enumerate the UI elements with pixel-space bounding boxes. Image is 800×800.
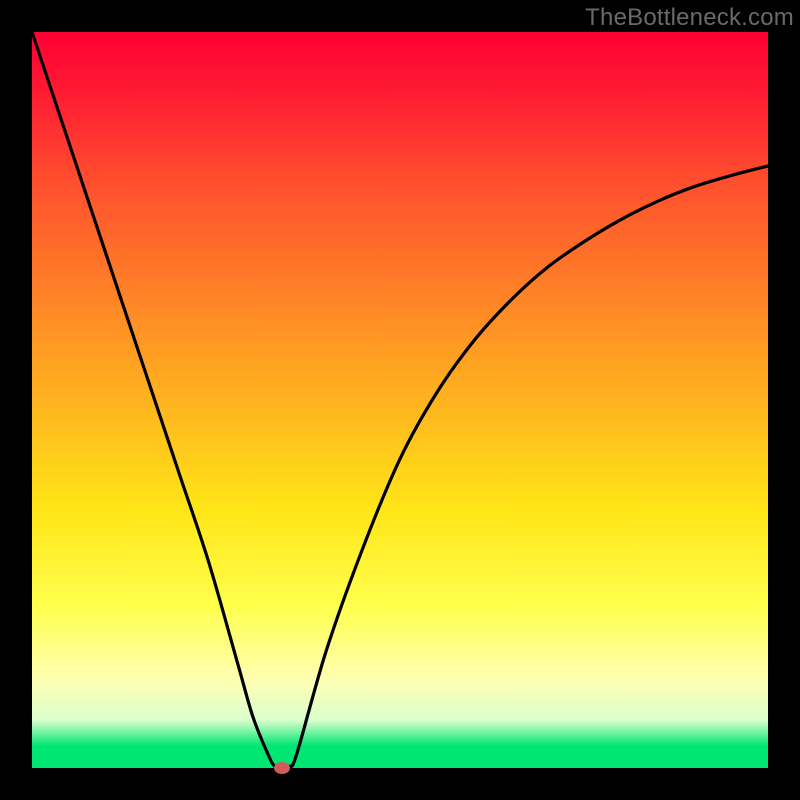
chart-stage: TheBottleneck.com — [0, 0, 800, 800]
minimum-marker — [274, 762, 290, 774]
plot-area — [32, 32, 768, 768]
bottleneck-curve — [32, 32, 768, 768]
watermark-text: TheBottleneck.com — [585, 4, 794, 32]
